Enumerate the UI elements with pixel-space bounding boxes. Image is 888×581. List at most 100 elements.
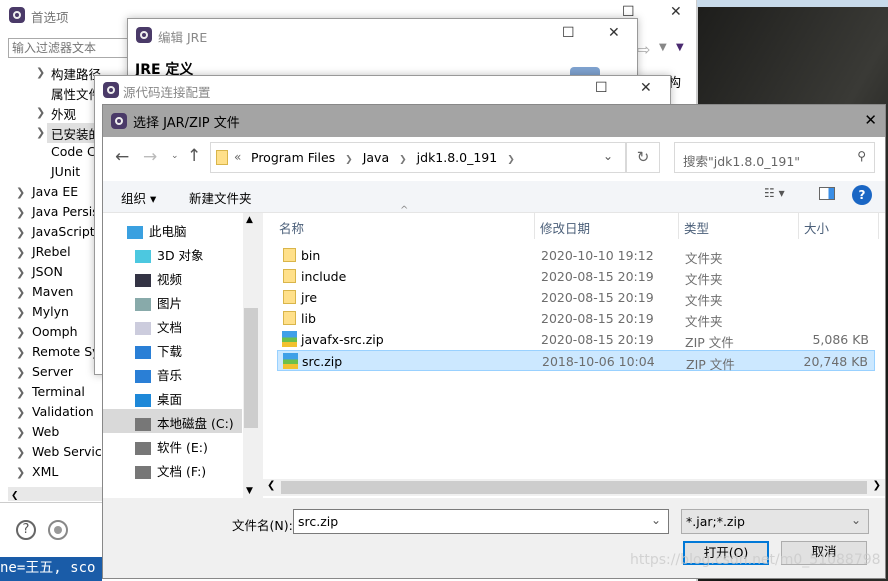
- column-header[interactable]: 类型: [684, 218, 709, 237]
- organize-button[interactable]: 组织 ▾: [121, 188, 156, 207]
- file-row[interactable]: include 2020-08-15 20:19 文件夹: [277, 266, 875, 287]
- tree-item[interactable]: Server: [32, 364, 73, 379]
- menu-icon[interactable]: ▼: [676, 42, 684, 53]
- forward-button[interactable]: →: [143, 147, 157, 167]
- tree-item[interactable]: Remote Sy: [32, 344, 100, 359]
- chevron-right-icon[interactable]: ❯: [36, 126, 45, 139]
- maximize-button[interactable]: ☐: [595, 80, 608, 96]
- chevron-right-icon[interactable]: ❯: [36, 66, 45, 79]
- nav-item[interactable]: 此电脑: [127, 221, 242, 243]
- record-icon[interactable]: [48, 520, 68, 540]
- forward-arrow-icon[interactable]: ⇨: [637, 40, 650, 59]
- tree-item[interactable]: Code C: [51, 144, 96, 159]
- horizontal-scrollbar[interactable]: ❮ ❯: [263, 479, 885, 496]
- chevron-down-icon[interactable]: ⌄: [651, 513, 661, 527]
- file-row[interactable]: src.zip 2018-10-06 10:04 ZIP 文件 20,748 KB: [277, 350, 875, 372]
- chevron-right-icon[interactable]: ❯: [16, 306, 25, 319]
- tree-item[interactable]: Terminal: [32, 384, 85, 399]
- tree-item[interactable]: JUnit: [51, 164, 80, 179]
- chevron-right-icon[interactable]: ❯: [16, 246, 25, 259]
- address-bar[interactable]: « Program Files ❯ Java ❯ jdk1.8.0_191 ❯ ⌄: [210, 142, 626, 173]
- chevron-right-icon[interactable]: ❯: [16, 386, 25, 399]
- tree-item[interactable]: Web: [32, 424, 59, 439]
- new-folder-button[interactable]: 新建文件夹: [189, 188, 252, 207]
- breadcrumb-item[interactable]: Program Files: [251, 150, 335, 165]
- close-button[interactable]: ✕: [670, 4, 682, 20]
- column-divider[interactable]: [878, 213, 879, 239]
- file-type-select[interactable]: *.jar;*.zip ⌄: [681, 509, 869, 534]
- column-divider[interactable]: [798, 213, 799, 239]
- tree-item[interactable]: XML: [32, 464, 58, 479]
- chevron-right-icon[interactable]: ❯: [345, 155, 353, 165]
- chevron-right-icon[interactable]: ❯: [16, 186, 25, 199]
- search-input[interactable]: 搜索"jdk1.8.0_191" ⚲: [674, 142, 875, 173]
- horizontal-scrollbar[interactable]: ❮: [8, 487, 102, 501]
- chevron-right-icon[interactable]: ❯: [16, 326, 25, 339]
- preview-pane-icon[interactable]: [819, 187, 835, 200]
- column-header[interactable]: 大小: [804, 218, 829, 237]
- file-row[interactable]: javafx-src.zip 2020-08-15 20:19 ZIP 文件 5,08…: [277, 329, 875, 350]
- refresh-button[interactable]: ↻: [626, 142, 660, 173]
- tree-item[interactable]: JavaScript: [32, 224, 95, 239]
- nav-item[interactable]: 图片: [135, 293, 250, 315]
- chevron-right-icon[interactable]: ❯: [16, 206, 25, 219]
- file-row[interactable]: bin 2020-10-10 19:12 文件夹: [277, 245, 875, 266]
- chevron-right-icon[interactable]: ❯: [16, 446, 25, 459]
- help-icon[interactable]: ?: [852, 185, 872, 205]
- nav-item[interactable]: 文档 (F:): [135, 461, 250, 483]
- nav-item[interactable]: 文档: [135, 317, 250, 339]
- recent-dropdown[interactable]: ⌄: [171, 151, 179, 161]
- tree-item[interactable]: 外观: [51, 104, 76, 123]
- help-icon[interactable]: ?: [16, 520, 36, 540]
- dialog-title: 编辑 JRE: [158, 30, 208, 45]
- dropdown-icon[interactable]: ▼: [659, 42, 667, 53]
- tree-item[interactable]: Oomph: [32, 324, 78, 339]
- tree-item[interactable]: Java EE: [32, 184, 78, 199]
- chevron-right-icon[interactable]: ❯: [16, 466, 25, 479]
- nav-item[interactable]: 桌面: [135, 389, 250, 411]
- view-options-icon[interactable]: ☷ ▾: [764, 186, 785, 200]
- scroll-left-icon[interactable]: ❮: [8, 491, 19, 501]
- nav-item[interactable]: 3D 对象: [135, 245, 250, 267]
- column-header[interactable]: 名称: [279, 218, 304, 237]
- up-button[interactable]: ↑: [187, 146, 201, 166]
- column-header[interactable]: 修改日期: [540, 218, 590, 237]
- address-dropdown[interactable]: ⌄: [603, 149, 613, 163]
- tree-item[interactable]: Validation: [32, 404, 94, 419]
- chevron-right-icon[interactable]: ❯: [36, 106, 45, 119]
- maximize-button[interactable]: ☐: [562, 25, 575, 41]
- chevron-right-icon[interactable]: ❯: [16, 406, 25, 419]
- chevron-down-icon[interactable]: ⌄: [851, 513, 861, 527]
- filter-input[interactable]: [8, 38, 133, 58]
- nav-item[interactable]: 下载: [135, 341, 250, 363]
- tree-item[interactable]: Java Persis: [32, 204, 99, 219]
- nav-item[interactable]: 音乐: [135, 365, 250, 387]
- file-row[interactable]: jre 2020-08-15 20:19 文件夹: [277, 287, 875, 308]
- tree-item[interactable]: JRebel: [32, 244, 71, 259]
- chevron-right-icon[interactable]: ❯: [16, 286, 25, 299]
- tree-item[interactable]: Web Service: [32, 444, 109, 459]
- tree-item[interactable]: Mylyn: [32, 304, 69, 319]
- tree-item[interactable]: JSON: [32, 264, 63, 279]
- filename-input[interactable]: src.zip ⌄: [293, 509, 669, 534]
- close-button[interactable]: ✕: [864, 111, 877, 129]
- nav-item[interactable]: 视频: [135, 269, 250, 291]
- nav-item[interactable]: 本地磁盘 (C:): [135, 413, 250, 435]
- nav-item[interactable]: 软件 (E:): [135, 437, 250, 459]
- back-button[interactable]: ←: [115, 147, 129, 167]
- close-button[interactable]: ✕: [608, 25, 620, 41]
- breadcrumb-item[interactable]: jdk1.8.0_191: [417, 150, 498, 165]
- chevron-right-icon[interactable]: ❯: [507, 155, 515, 165]
- chevron-right-icon[interactable]: ❯: [16, 346, 25, 359]
- file-row[interactable]: lib 2020-08-15 20:19 文件夹: [277, 308, 875, 329]
- chevron-right-icon[interactable]: ❯: [399, 155, 407, 165]
- tree-item[interactable]: Maven: [32, 284, 73, 299]
- close-button[interactable]: ✕: [640, 80, 652, 96]
- chevron-right-icon[interactable]: ❯: [16, 226, 25, 239]
- breadcrumb-item[interactable]: Java: [363, 150, 389, 165]
- chevron-right-icon[interactable]: ❯: [16, 366, 25, 379]
- chevron-right-icon[interactable]: ❯: [16, 426, 25, 439]
- column-divider[interactable]: [534, 213, 535, 239]
- chevron-right-icon[interactable]: ❯: [16, 266, 25, 279]
- column-divider[interactable]: [678, 213, 679, 239]
